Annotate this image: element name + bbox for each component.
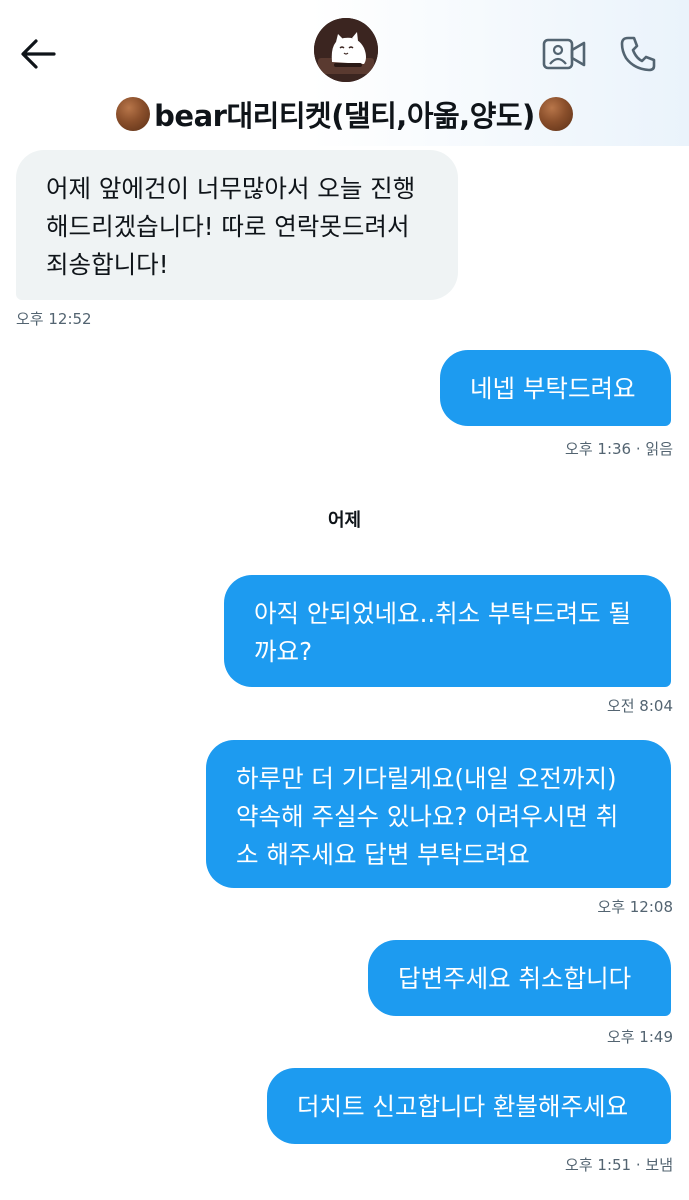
back-button[interactable] [14,30,62,78]
message-timestamp-sent: 오후 1:51 · 보냄 [565,1156,673,1174]
brown-circle-icon [116,97,151,131]
phone-icon [620,36,656,72]
video-camera-icon [542,38,586,70]
incoming-message[interactable]: 어제 앞에건이 너무많아서 오늘 진행 해드리겠습니다! 따로 연락못드려서 죄… [16,150,458,300]
outgoing-message[interactable]: 하루만 더 기다릴게요(내일 오전까지) 약속해 주실수 있나요? 어려우시면 … [206,740,671,888]
day-separator: 어제 [327,510,362,531]
avatar-cat-icon [314,18,378,82]
outgoing-message[interactable]: 답변주세요 취소합니다 [368,940,671,1016]
brown-circle-icon [538,97,573,131]
message-timestamp: 오후 12:52 [16,310,92,328]
outgoing-message[interactable]: 더치트 신고합니다 환불해주세요 [267,1068,671,1144]
voice-call-button[interactable] [614,30,662,78]
video-call-button[interactable] [540,34,588,74]
message-timestamp: 오후 1:49 [606,1028,673,1046]
avatar[interactable] [314,18,378,82]
message-timestamp-read: 오후 1:36 · 읽음 [565,440,673,458]
message-timestamp: 오후 12:08 [597,898,673,916]
outgoing-message[interactable]: 아직 안되었네요..취소 부탁드려도 될 까요? [224,575,671,687]
conversation-title-row: bear대리티켓(댈티,아옮,양도) [0,92,689,136]
outgoing-message[interactable]: 네넵 부탁드려요 [440,350,671,426]
conversation-title: bear대리티켓(댈티,아옮,양도) [154,99,535,133]
back-arrow-icon [21,39,56,69]
conversation-header: bear대리티켓(댈티,아옮,양도) [0,0,689,146]
message-timestamp: 오전 8:04 [606,697,673,715]
